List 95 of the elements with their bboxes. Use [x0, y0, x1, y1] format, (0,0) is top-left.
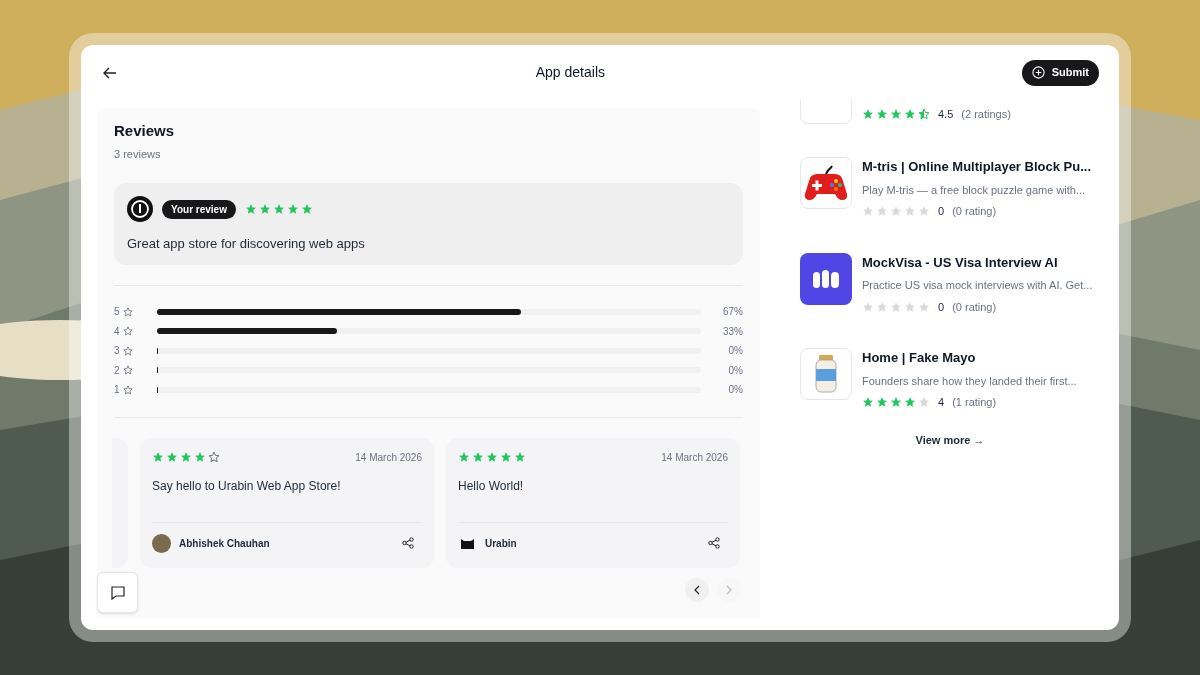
- star-icon: [890, 300, 902, 313]
- chat-icon: [109, 584, 126, 601]
- star-level-label: 1: [114, 383, 120, 398]
- star-icon: [180, 451, 192, 463]
- rating-percent: 0%: [727, 344, 743, 359]
- star-icon: [258, 203, 271, 215]
- star-icon: [876, 107, 888, 120]
- star-icon: [876, 300, 888, 313]
- rating-count: (0 rating): [952, 299, 997, 315]
- previous-button[interactable]: [685, 577, 709, 602]
- star-icon: [122, 365, 133, 376]
- rating-value: 4.5: [938, 106, 954, 122]
- star-icon: [862, 107, 874, 120]
- star-icon: [890, 396, 902, 409]
- star-icon: [300, 203, 313, 215]
- logo-icon: [813, 269, 839, 288]
- star-icon: [122, 345, 133, 356]
- rating-percent: 0%: [727, 383, 743, 398]
- star-icon: [904, 107, 916, 120]
- star-icon: [862, 300, 874, 313]
- star-icon: [890, 205, 902, 218]
- star-icon: [208, 451, 220, 463]
- rating-value: 0: [938, 204, 945, 219]
- star-icon: [918, 396, 930, 409]
- app-list-item[interactable]: MockVisa - US Visa Interview AI Practice US visa mock interviews with AI. Get... 0 (0 rating): [800, 252, 1100, 315]
- star-level-label: 4: [114, 324, 120, 339]
- avatar: [152, 533, 171, 553]
- view-more-link[interactable]: View more →: [915, 431, 985, 448]
- star-icon: [876, 205, 888, 218]
- your-review-badge: Your review: [162, 199, 236, 219]
- rating-value: 0: [938, 299, 945, 315]
- review-date: 14 March 2026: [661, 450, 728, 465]
- share-icon: [708, 537, 720, 549]
- user-logo-icon: [127, 196, 153, 222]
- star-icon: [918, 300, 930, 313]
- app-description: Practice US visa mock interviews with AI. Get...: [862, 278, 1093, 293]
- feedback-button[interactable]: [97, 572, 138, 613]
- share-icon: [402, 537, 414, 549]
- star-icon: [486, 451, 498, 463]
- app-description: Play M-tris — a free block puzzle game with...: [862, 182, 1087, 198]
- star-icon: [122, 384, 133, 395]
- star-icon: [194, 451, 206, 463]
- star-level-label: 3: [114, 344, 120, 359]
- star-icon: [890, 107, 902, 120]
- star-level-label: 2: [114, 363, 120, 378]
- star-icon: [514, 451, 526, 463]
- back-arrow-icon: [103, 65, 117, 80]
- star-icon: [904, 205, 916, 218]
- share-button[interactable]: [400, 535, 416, 551]
- star-icon: [472, 451, 484, 463]
- section-title: Reviews: [114, 121, 176, 141]
- app-title: MockVisa - US Visa Interview AI: [862, 253, 1059, 272]
- star-icon: [244, 203, 257, 215]
- app-title: M-tris | Online Multiplayer Block Pu...: [862, 158, 1091, 176]
- rating-percent: 0%: [727, 363, 743, 378]
- rating-count: (2 ratings): [961, 106, 1011, 122]
- review-text: Hello World!: [458, 477, 525, 495]
- review-count: 3 reviews: [114, 146, 162, 162]
- app-list-item[interactable]: M-tris | Online Multiplayer Block Pu... Play M-tris — a free block puzzle game with... 0 (0 rating): [800, 157, 1100, 220]
- star-icon: [500, 451, 512, 463]
- star-icon: [904, 300, 916, 313]
- dialog-title: App details: [535, 63, 605, 82]
- star-icon: [862, 396, 874, 409]
- rating-count: (0 rating): [952, 204, 997, 219]
- share-button[interactable]: [706, 535, 722, 551]
- app-icon: [800, 100, 852, 124]
- author-name: Abhishek Chauhan: [179, 536, 270, 551]
- star-icon: [918, 107, 930, 120]
- star-icon: [918, 205, 930, 218]
- gamepad-icon: [804, 164, 848, 202]
- rating-count: (1 rating): [952, 395, 997, 410]
- plus-circle-icon: [1031, 66, 1045, 79]
- app-title: Home | Fake Mayo: [862, 349, 977, 367]
- star-icon: [904, 396, 916, 409]
- star-icon: [272, 203, 285, 215]
- review-date: 14 March 2026: [355, 450, 422, 465]
- review-text: Say hello to Urabin Web App Store!: [152, 477, 342, 495]
- app-description: Founders share how they landed their first...: [862, 373, 1077, 389]
- star-level-label: 5: [114, 305, 120, 320]
- star-icon: [876, 396, 888, 409]
- star-icon: [166, 451, 178, 463]
- submit-button[interactable]: Submit: [1021, 59, 1099, 86]
- star-icon: [862, 205, 874, 218]
- jar-icon: [815, 355, 837, 393]
- star-icon: [286, 203, 299, 215]
- star-icon: [458, 451, 470, 463]
- rating-percent: 67%: [722, 305, 743, 320]
- star-icon: [152, 451, 164, 463]
- author-name: Urabin: [485, 536, 517, 551]
- app-list-item[interactable]: Home | Fake Mayo Founders share how they landed their first... 4 (1 rating): [800, 348, 1100, 411]
- review-text: Great app store for discovering web apps: [127, 235, 366, 253]
- star-icon: [122, 326, 133, 337]
- rating-value: 4: [938, 395, 945, 410]
- rating-percent: 33%: [722, 324, 743, 339]
- star-icon: [122, 306, 133, 317]
